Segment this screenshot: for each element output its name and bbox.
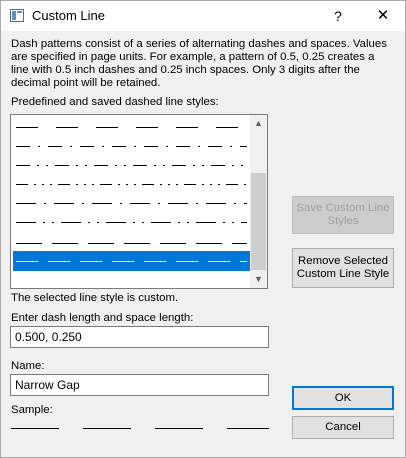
listbox-scrollbar[interactable]: ▲ ▼ — [250, 115, 267, 288]
sample-dash — [11, 428, 59, 429]
cancel-button[interactable]: Cancel — [292, 416, 394, 439]
line-style-preview — [16, 127, 238, 128]
line-style-preview — [16, 261, 247, 262]
styles-list-label: Predefined and saved dashed line styles: — [11, 96, 219, 108]
name-input[interactable] — [10, 374, 269, 396]
line-style-preview — [16, 203, 247, 204]
line-style-item[interactable] — [13, 251, 251, 271]
line-style-item[interactable] — [13, 174, 251, 194]
sample-dash — [83, 428, 131, 429]
line-styles-listbox[interactable]: ▲ ▼ — [10, 114, 268, 289]
status-text: The selected line style is custom. — [11, 292, 179, 304]
name-label: Name: — [11, 360, 45, 372]
sample-label: Sample: — [11, 404, 53, 416]
close-icon[interactable]: ✕ — [361, 1, 405, 31]
app-window-icon — [10, 9, 24, 22]
sample-dash — [155, 428, 203, 429]
remove-custom-style-button[interactable]: Remove Selected Custom Line Style — [292, 248, 394, 288]
line-style-item[interactable] — [13, 117, 251, 137]
line-styles-items — [11, 115, 251, 288]
save-custom-styles-button[interactable]: Save Custom Line Styles — [292, 196, 394, 234]
help-button[interactable]: ? — [321, 1, 355, 31]
line-style-preview — [16, 146, 247, 147]
scroll-up-icon[interactable]: ▲ — [250, 115, 267, 132]
line-style-item[interactable] — [13, 233, 251, 253]
scroll-down-icon[interactable]: ▼ — [250, 271, 267, 288]
dash-length-label: Enter dash length and space length: — [11, 312, 194, 324]
ok-button[interactable]: OK — [292, 386, 394, 410]
line-style-item[interactable] — [13, 155, 251, 175]
line-style-item[interactable] — [13, 212, 251, 232]
sample-dash — [227, 428, 269, 429]
custom-line-dialog: Custom Line ? ✕ Dash patterns consist of… — [0, 0, 406, 458]
scroll-thumb[interactable] — [251, 173, 266, 270]
dash-length-input[interactable] — [10, 326, 269, 348]
line-style-preview — [16, 222, 247, 223]
title-bar: Custom Line ? ✕ — [1, 1, 405, 31]
line-style-preview — [16, 165, 243, 166]
window-title: Custom Line — [32, 8, 105, 23]
line-style-item[interactable] — [13, 136, 251, 156]
line-style-item[interactable] — [13, 193, 251, 213]
line-style-preview — [16, 184, 246, 185]
line-style-preview — [16, 243, 247, 244]
description-text: Dash patterns consist of a series of alt… — [11, 38, 387, 89]
